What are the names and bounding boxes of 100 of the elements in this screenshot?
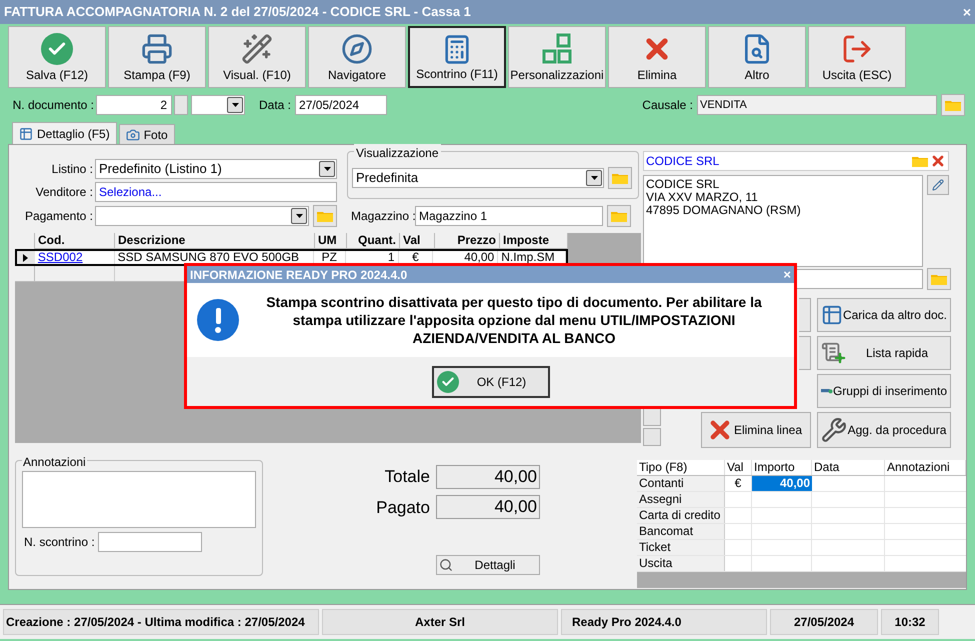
causale-field[interactable]: VENDITA [697,95,937,115]
field-label: Data : [259,97,292,114]
clear-icon[interactable] [930,153,946,169]
folder-button[interactable] [313,205,337,227]
folder-icon [912,155,928,167]
amount-cell[interactable]: 40,00 [752,476,812,491]
folder-icon [945,99,961,111]
notes-field[interactable] [22,471,256,528]
exit-icon [841,33,873,65]
field-label: N. documento : [12,97,95,114]
wand-icon [241,33,273,65]
total-field: 40,00 [436,495,540,520]
toolbar-button[interactable]: Visual. (F10) [208,26,306,88]
camera-icon [126,128,140,142]
field-label: Causale : [642,97,693,114]
side-button[interactable] [799,336,811,370]
date-field[interactable]: 27/05/2024 [295,95,388,115]
side-button[interactable]: Lista rapida [817,336,951,370]
address-line: 47895 DOMAGNANO (RSM) [646,204,802,217]
toolbar-button[interactable]: Navigatore [308,26,406,88]
side-button[interactable] [799,298,811,332]
caret-icon [324,167,330,171]
row-pointer-icon [23,254,28,262]
folder-icon [611,210,627,222]
dialog-message: Stampa scontrino disattivata per questo tipo di documento. Per abilitare la stampa utilizzare l'apposita opzione dal menu UTIL/IMPOSTAZIONI AZIENDA/VENDITA AL BANCO [265,293,763,347]
caret-icon [296,214,302,218]
check-icon [436,370,458,392]
ok-button[interactable]: OK (F12) [432,366,550,398]
folder-button[interactable] [941,94,965,116]
table-icon [19,126,33,140]
check-icon [41,33,73,65]
column-header[interactable]: Val [725,460,752,475]
column-header[interactable]: Tipo (F8) [637,460,725,475]
dropdown-button[interactable] [227,97,243,113]
code-link[interactable]: SSD002 [34,251,115,264]
visualizzazione-dropdown[interactable]: Predefinita [352,168,604,188]
side-button[interactable]: Gruppi di inserimento [817,374,951,408]
total-label: Pagato [376,496,430,518]
toolbar-button[interactable]: Salva (F12) [8,26,106,88]
dropdown-button[interactable] [586,170,602,186]
edit-button[interactable] [927,175,949,195]
address-line: VIA XXV MARZO, 11 [646,191,759,204]
column-header[interactable]: Annotazioni [885,460,966,475]
address-box[interactable]: CODICE SRL VIA XXV MARZO, 11 47895 DOMAGNANO (RSM) [643,175,923,267]
payment-type[interactable]: Carta di credito [637,508,725,523]
payment-type[interactable]: Uscita [637,556,725,571]
toolbar-button[interactable]: Stampa (F9) [108,26,206,88]
payment-type[interactable]: Ticket [637,540,725,555]
payment-type[interactable]: Bancomat [637,524,725,539]
folder-icon [931,273,947,285]
side-button[interactable]: Agg. da procedura [817,412,951,448]
table-icon [821,303,843,327]
folder-button[interactable] [607,205,631,227]
receipt-field[interactable] [98,532,202,552]
total-label: Totale [384,466,430,488]
field-label: Pagamento : [24,208,94,225]
total-field: 40,00 [436,464,540,489]
dropdown-button[interactable] [319,161,335,177]
status-field: Creazione : 27/05/2024 - Ultima modifica : 27/05/2024 [3,609,319,635]
status-field: 27/05/2024 [770,609,878,635]
dropdown-button[interactable] [291,208,307,224]
payment-type[interactable]: Contanti [637,476,725,491]
listino-dropdown[interactable]: Predefinito (Listino 1) [95,159,337,179]
series-dropdown[interactable] [191,95,245,115]
field-label: N. scontrino : [23,534,96,551]
folder-icon [317,210,333,222]
number-field[interactable]: 2 [96,95,172,115]
status-field: Axter Srl [322,609,558,635]
toolbar-button[interactable]: Uscita (ESC) [808,26,906,88]
field-label: Venditore : [34,184,94,201]
info-icon [197,299,239,341]
toolbar-button[interactable]: Scontrino (F11) [408,26,506,88]
toolbar-button[interactable]: Personalizzazioni [508,26,606,88]
tab[interactable]: Foto [118,124,175,144]
folder-button[interactable] [927,268,951,290]
wrench-icon [821,417,847,443]
folder-button[interactable] [608,167,632,189]
toolbar-button[interactable]: Elimina [608,26,706,88]
toolbar-button[interactable]: Altro [708,26,806,88]
zoom-icon [439,558,453,572]
side-button[interactable]: Elimina linea [701,412,811,448]
field-label: Magazzino : [350,208,415,225]
tab[interactable]: Dettaglio (F5) [12,122,117,144]
spin-button[interactable] [174,95,188,115]
magazzino-field[interactable]: Magazzino 1 [415,206,603,226]
address-line: CODICE SRL [646,178,720,191]
status-field: 10:32 [881,609,939,635]
dialog-title: INFORMAZIONE READY PRO 2024.4.0 [190,266,408,284]
status-field: Ready Pro 2024.4.0 [561,609,767,635]
payment-type[interactable]: Assegni [637,492,725,507]
column-header[interactable]: Importo [752,460,812,475]
window-title: FATTURA ACCOMPAGNATORIA N. 2 del 27/05/2024 - CODICE SRL - Cassa 1 [4,3,471,22]
folder-icon [612,172,628,184]
venditore-field[interactable]: Seleziona... [95,182,337,202]
field-label: Listino : [50,161,94,178]
customer-field[interactable]: CODICE SRL [643,151,949,171]
side-button[interactable]: Carica da altro doc. [817,298,951,332]
column-header[interactable]: Data [812,460,885,475]
details-button[interactable]: Dettagli [436,555,540,575]
squares-icon [541,33,573,65]
